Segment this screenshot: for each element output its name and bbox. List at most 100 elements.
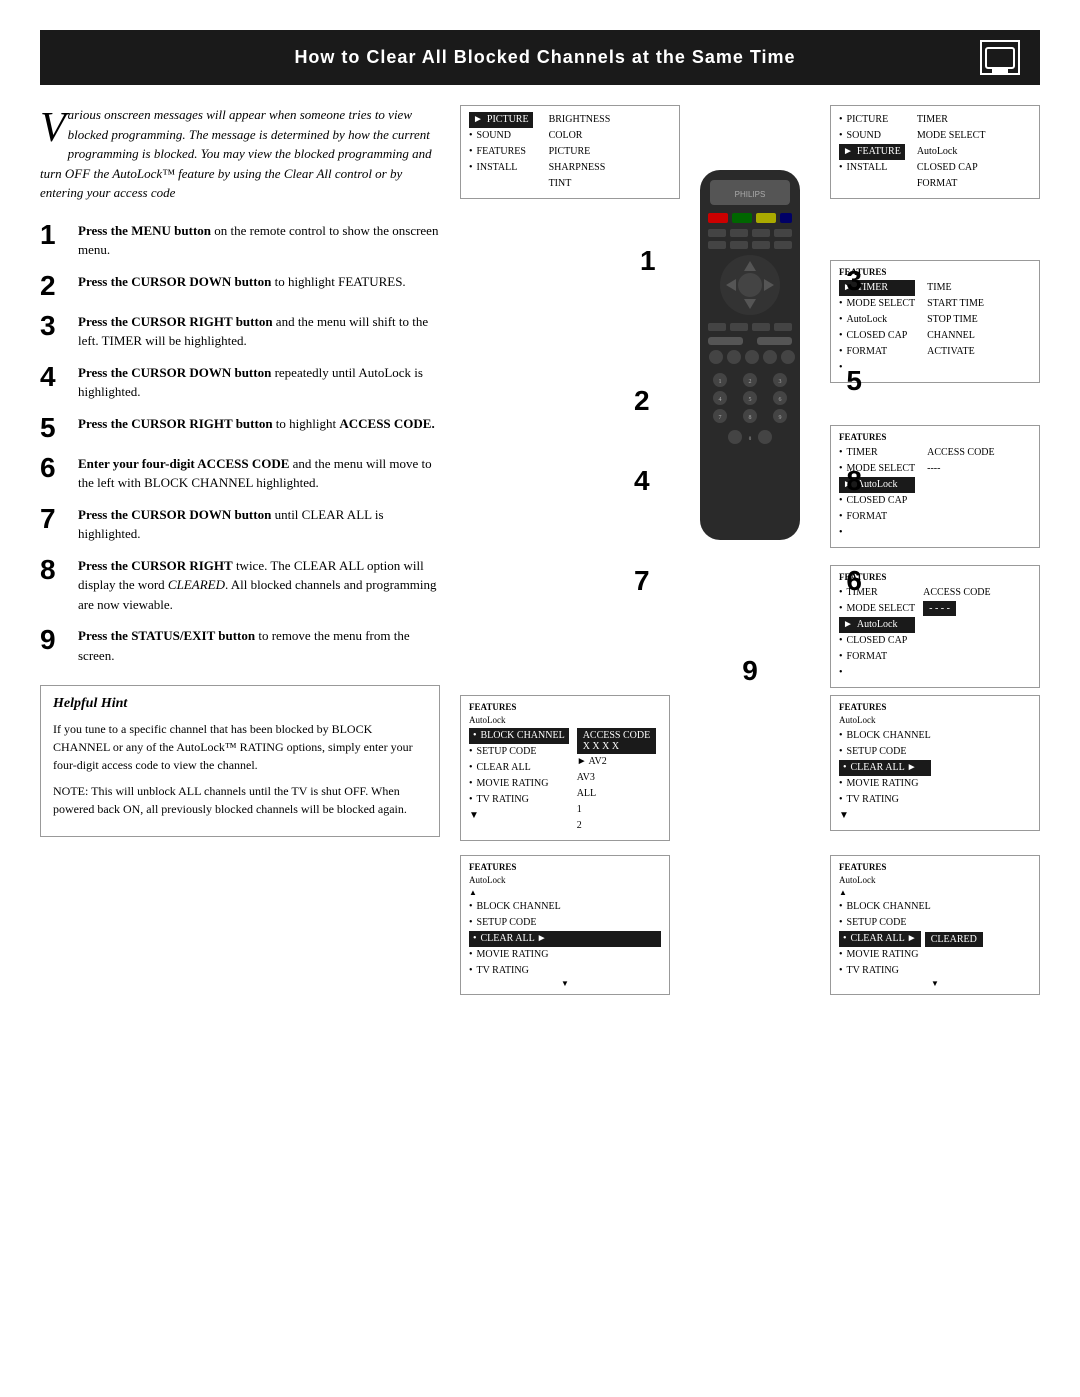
time-val: TIME: [927, 280, 984, 296]
page-title: How to Clear All Blocked Channels at the…: [110, 47, 980, 68]
svg-text:1: 1: [719, 379, 722, 385]
step-4-number: 4: [40, 363, 68, 391]
hint-title: Helpful Hint: [53, 696, 427, 712]
tv-rating-6: •TV RATING: [469, 792, 569, 808]
menu-item-install: •INSTALL: [469, 160, 533, 176]
svg-text:PHILIPS: PHILIPS: [735, 190, 766, 199]
step-9-number: 9: [40, 626, 68, 654]
down-arrow-8: ▼: [839, 979, 1031, 988]
remote-label-9: 9: [742, 655, 758, 687]
screen6-left: •BLOCK CHANNEL •SETUP CODE •CLEAR ALL •M…: [469, 728, 569, 824]
drop-cap: V: [40, 107, 66, 149]
access-code-label-5: ACCESS CODE: [923, 585, 991, 601]
cleared-badge: CLEARED: [925, 932, 983, 947]
step-1: 1 Press the MENU button on the remote co…: [40, 221, 440, 260]
menu-val-cc: CLOSED CAP: [917, 160, 986, 176]
screen3-right: TIME START TIME STOP TIME CHANNEL ACTIVA…: [927, 280, 984, 376]
down-arrow-7l: ▼: [469, 979, 661, 988]
remote-label-2: 2: [634, 385, 650, 417]
up-arrow-8: ▲: [839, 888, 847, 897]
movie-rating-7r: •MOVIE RATING: [839, 776, 931, 792]
menu-val-format: FORMAT: [917, 176, 986, 192]
menu-val-mode: MODE SELECT: [917, 128, 986, 144]
movie-rating-7l: •MOVIE RATING: [469, 947, 661, 963]
step-5-text: Press the CURSOR RIGHT button to highlig…: [78, 414, 435, 434]
step-4-text: Press the CURSOR DOWN button repeatedly …: [78, 363, 440, 402]
clear-all-left-screen: FEATURES AutoLock ▲ •BLOCK CHANNEL •SETU…: [460, 855, 670, 995]
remote-svg: PHILIPS: [690, 165, 810, 565]
step-6-bold: Enter your four-digit ACCESS CODE: [78, 456, 289, 471]
svg-text:9: 9: [779, 415, 782, 421]
start-time-val: START TIME: [927, 296, 984, 312]
block-ch-7l: •BLOCK CHANNEL: [469, 899, 661, 915]
step-3-text: Press the CURSOR RIGHT button and the me…: [78, 312, 440, 351]
step-3-number: 3: [40, 312, 68, 340]
access-code-input-display: - - - -: [923, 601, 956, 616]
block-ch-hl: •BLOCK CHANNEL: [469, 728, 569, 744]
menu-left-col: ►PICTURE •SOUND •FEATURES •INSTALL: [469, 112, 533, 192]
access-code-xxxx: ACCESS CODEX X X X: [577, 728, 657, 754]
menu-right-col: BRIGHTNESS COLOR PICTURE SHARPNESS TINT: [549, 112, 611, 192]
step-7-text: Press the CURSOR DOWN button until CLEAR…: [78, 505, 440, 544]
remote-label-3: 3: [846, 265, 862, 297]
setup-code-8: •SETUP CODE: [839, 915, 1031, 931]
step-2-bold: Press the CURSOR DOWN button: [78, 274, 271, 289]
cleared-screen: FEATURES AutoLock ▲ •BLOCK CHANNEL •SETU…: [830, 855, 1040, 995]
step-8-number: 8: [40, 556, 68, 584]
remote-label-6: 6: [846, 565, 862, 597]
step-4-bold: Press the CURSOR DOWN button: [78, 365, 271, 380]
remote-label-7: 7: [634, 565, 650, 597]
step-9-bold: Press the STATUS/EXIT button: [78, 628, 255, 643]
hint-para-2: NOTE: This will unblock ALL channels unt…: [53, 782, 427, 818]
menu-val-timer: TIMER: [917, 112, 986, 128]
menu-item-pic2: •PICTURE: [839, 112, 905, 128]
channel-val: CHANNEL: [927, 328, 984, 344]
step-4: 4 Press the CURSOR DOWN button repeatedl…: [40, 363, 440, 402]
menu-val-sharpness: SHARPNESS: [549, 160, 611, 176]
step-3: 3 Press the CURSOR RIGHT button and the …: [40, 312, 440, 351]
step-2-text: Press the CURSOR DOWN button to highligh…: [78, 272, 406, 292]
step-9: 9 Press the STATUS/EXIT button to remove…: [40, 626, 440, 665]
step-8: 8 Press the CURSOR RIGHT twice. The CLEA…: [40, 556, 440, 615]
remote-label-4: 4: [634, 465, 650, 497]
step-2-number: 2: [40, 272, 68, 300]
remote-label-1: 1: [640, 245, 656, 277]
access-code-dashes: ----: [927, 461, 995, 477]
menu-val-autolock: AutoLock: [917, 144, 986, 160]
tv-rating-7l: •TV RATING: [469, 963, 661, 979]
clear-all-hl-7r: •CLEAR ALL ►: [839, 760, 931, 776]
left-column: Various onscreen messages will appear wh…: [40, 105, 440, 955]
setup-code-7l: •SETUP CODE: [469, 915, 661, 931]
menu-item-feat-hl: ►FEATURE: [839, 144, 905, 160]
hint-para-1: If you tune to a specific channel that h…: [53, 720, 427, 774]
tv-icon: [985, 47, 1015, 69]
screen5-right: ACCESS CODE - - - -: [923, 585, 991, 616]
menu-right-col-2: TIMER MODE SELECT AutoLock CLOSED CAP FO…: [917, 112, 986, 192]
rating2: 2: [577, 818, 657, 834]
step-5-bold2: ACCESS CODE.: [339, 416, 434, 431]
down-arrow-7r: ▼: [839, 808, 931, 824]
menu-item-snd2: •SOUND: [839, 128, 905, 144]
step-1-bold: Press the MENU button: [78, 223, 211, 238]
step-3-bold: Press the CURSOR RIGHT button: [78, 314, 273, 329]
clear-all-6: •CLEAR ALL: [469, 760, 569, 776]
step-5-number: 5: [40, 414, 68, 442]
step-5: 5 Press the CURSOR RIGHT button to highl…: [40, 414, 440, 442]
screen8-heading: FEATURES: [839, 862, 1031, 872]
movie-rating-8: •MOVIE RATING: [839, 947, 1031, 963]
menu-val-color: COLOR: [549, 128, 611, 144]
stop-time-val: STOP TIME: [927, 312, 984, 328]
svg-text:2: 2: [749, 379, 752, 385]
block-ch-7r: •BLOCK CHANNEL: [839, 728, 931, 744]
step-7-number: 7: [40, 505, 68, 533]
access-code-label: ACCESS CODE: [927, 445, 995, 461]
remote-control-area: 1 3 5 8 2 4 7 6 9 PHILIPS: [630, 165, 870, 725]
step-9-text: Press the STATUS/EXIT button to remove t…: [78, 626, 440, 665]
all-val: ALL: [577, 786, 657, 802]
svg-text:4: 4: [719, 397, 722, 403]
menu-item-features: •FEATURES: [469, 144, 533, 160]
step-7-bold: Press the CURSOR DOWN button: [78, 507, 271, 522]
hint-title-text: Helpful Hint: [53, 696, 127, 711]
step-2: 2 Press the CURSOR DOWN button to highli…: [40, 272, 440, 300]
screen-step8: FEATURES AutoLock ▲ •BLOCK CHANNEL •SETU…: [830, 855, 1040, 1003]
